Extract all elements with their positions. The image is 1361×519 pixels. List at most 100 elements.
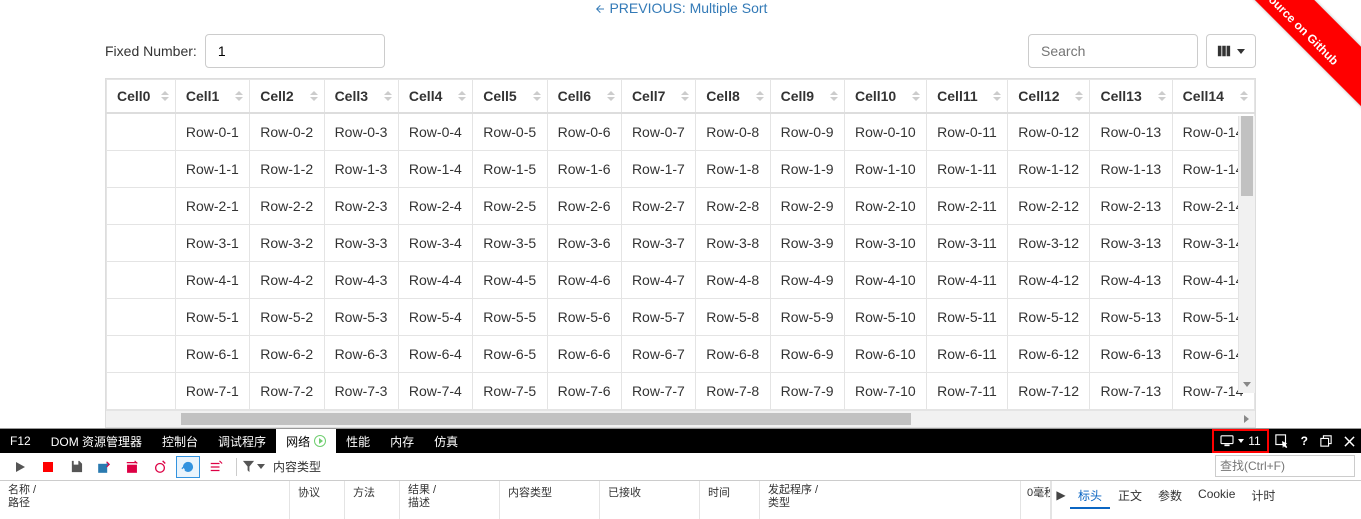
chevron-right-icon[interactable]: ▶	[1052, 481, 1070, 509]
emulation-info-button[interactable]: 11	[1212, 429, 1268, 453]
table-cell: Row-2-3	[324, 187, 398, 224]
close-devtools-button[interactable]	[1338, 429, 1361, 453]
table-cell: Row-2-13	[1090, 187, 1172, 224]
sort-icon	[533, 91, 541, 101]
table-cell: Row-0-1	[175, 113, 249, 150]
col-cell0[interactable]: Cell0	[107, 80, 176, 114]
table-cell: Row-6-6	[547, 335, 621, 372]
table-cell: Row-2-6	[547, 187, 621, 224]
col-cell13[interactable]: Cell13	[1090, 80, 1172, 114]
table-cell: Row-3-2	[250, 224, 324, 261]
undock-button[interactable]	[1314, 429, 1338, 453]
table-cell: Row-6-3	[324, 335, 398, 372]
col-cell11[interactable]: Cell11	[927, 80, 1008, 114]
devtools-tab-DOM 资源管理器[interactable]: DOM 资源管理器	[41, 429, 152, 453]
table-cell: Row-4-1	[175, 261, 249, 298]
col-cell1[interactable]: Cell1	[175, 80, 249, 114]
fixed-number-input[interactable]	[205, 34, 385, 68]
error-count: 11	[1248, 434, 1260, 448]
columns-toggle-button[interactable]	[1206, 34, 1256, 68]
table-cell	[107, 224, 176, 261]
col-cell12[interactable]: Cell12	[1008, 80, 1090, 114]
col-cell5[interactable]: Cell5	[473, 80, 547, 114]
devtools-tab-控制台[interactable]: 控制台	[152, 429, 208, 453]
table-cell: Row-2-4	[398, 187, 472, 224]
table-cell: Row-2-9	[770, 187, 844, 224]
table-cell: Row-4-4	[398, 261, 472, 298]
detail-tab-标头[interactable]: 标头	[1070, 484, 1110, 509]
timing-status: 0毫秒	[1021, 481, 1051, 519]
devtools-tab-网络[interactable]: 网络	[276, 429, 336, 453]
table-row[interactable]: Row-4-1Row-4-2Row-4-3Row-4-4Row-4-5Row-4…	[107, 261, 1255, 298]
table-cell: Row-4-13	[1090, 261, 1172, 298]
table-cell: Row-0-12	[1008, 113, 1090, 150]
clear-cache-icon[interactable]	[120, 456, 144, 478]
col-time[interactable]: 时间	[700, 481, 760, 519]
table-cell: Row-6-9	[770, 335, 844, 372]
col-cell14[interactable]: Cell14	[1172, 80, 1254, 114]
sort-icon	[1075, 91, 1083, 101]
clear-entries-icon[interactable]	[204, 456, 228, 478]
table-cell: Row-1-11	[927, 150, 1008, 187]
detail-tab-计时[interactable]: 计时	[1243, 484, 1283, 509]
devtools-tab-调试程序[interactable]: 调试程序	[208, 429, 276, 453]
devtools-tab-内存[interactable]: 内存	[380, 429, 424, 453]
save-icon[interactable]	[64, 456, 88, 478]
col-content-type[interactable]: 内容类型	[500, 481, 600, 519]
table-row[interactable]: Row-6-1Row-6-2Row-6-3Row-6-4Row-6-5Row-6…	[107, 335, 1255, 372]
detail-tab-Cookie[interactable]: Cookie	[1190, 484, 1243, 509]
col-cell6[interactable]: Cell6	[547, 80, 621, 114]
devtools-tab-仿真[interactable]: 仿真	[424, 429, 468, 453]
col-name[interactable]: 名称 /路径	[0, 481, 290, 519]
table-row[interactable]: Row-7-1Row-7-2Row-7-3Row-7-4Row-7-5Row-7…	[107, 372, 1255, 409]
table-row[interactable]: Row-5-1Row-5-2Row-5-3Row-5-4Row-5-5Row-5…	[107, 298, 1255, 335]
devtools-search-input[interactable]	[1215, 455, 1355, 477]
select-element-button[interactable]	[1269, 429, 1295, 453]
sort-icon	[993, 91, 1001, 101]
stop-record-icon[interactable]	[36, 456, 60, 478]
table-row[interactable]: Row-0-1Row-0-2Row-0-3Row-0-4Row-0-5Row-0…	[107, 113, 1255, 150]
always-refresh-icon[interactable]	[176, 456, 200, 478]
table-row[interactable]: Row-2-1Row-2-2Row-2-3Row-2-4Row-2-5Row-2…	[107, 187, 1255, 224]
col-cell3[interactable]: Cell3	[324, 80, 398, 114]
table-cell: Row-1-13	[1090, 150, 1172, 187]
help-button[interactable]: ?	[1295, 429, 1314, 453]
search-input[interactable]	[1028, 34, 1198, 68]
col-initiator[interactable]: 发起程序 /类型	[760, 481, 1021, 519]
col-received[interactable]: 已接收	[600, 481, 700, 519]
sort-icon	[756, 91, 764, 101]
record-indicator-icon	[314, 435, 326, 447]
table-row[interactable]: Row-1-1Row-1-2Row-1-3Row-1-4Row-1-5Row-1…	[107, 150, 1255, 187]
detail-tab-正文[interactable]: 正文	[1110, 484, 1150, 509]
vertical-scrollbar[interactable]	[1238, 116, 1255, 393]
clear-session-icon[interactable]	[92, 456, 116, 478]
table-row[interactable]: Row-3-1Row-3-2Row-3-3Row-3-4Row-3-5Row-3…	[107, 224, 1255, 261]
scroll-down-icon[interactable]	[1239, 376, 1255, 393]
filter-icon[interactable]	[241, 456, 265, 478]
col-protocol[interactable]: 协议	[290, 481, 345, 519]
table-cell: Row-0-9	[770, 113, 844, 150]
scroll-right-icon[interactable]	[1238, 411, 1255, 427]
scroll-thumb[interactable]	[181, 413, 911, 425]
devtools-tab-性能[interactable]: 性能	[336, 429, 380, 453]
col-cell10[interactable]: Cell10	[844, 80, 926, 114]
table-cell: Row-5-2	[250, 298, 324, 335]
clear-cookies-icon[interactable]	[148, 456, 172, 478]
table-cell	[107, 150, 176, 187]
play-icon[interactable]	[8, 456, 32, 478]
col-cell2[interactable]: Cell2	[250, 80, 324, 114]
previous-link[interactable]: PREVIOUS: Multiple Sort	[105, 0, 1256, 34]
table-cell	[107, 187, 176, 224]
scroll-thumb[interactable]	[1241, 116, 1253, 196]
col-result[interactable]: 结果 /描述	[400, 481, 500, 519]
detail-tab-参数[interactable]: 参数	[1150, 484, 1190, 509]
col-cell8[interactable]: Cell8	[696, 80, 770, 114]
horizontal-scrollbar[interactable]	[106, 410, 1255, 427]
col-cell7[interactable]: Cell7	[621, 80, 695, 114]
col-cell4[interactable]: Cell4	[398, 80, 472, 114]
col-cell9[interactable]: Cell9	[770, 80, 844, 114]
table-cell: Row-6-4	[398, 335, 472, 372]
table-cell: Row-0-10	[844, 113, 926, 150]
col-method[interactable]: 方法	[345, 481, 400, 519]
table-cell: Row-5-13	[1090, 298, 1172, 335]
